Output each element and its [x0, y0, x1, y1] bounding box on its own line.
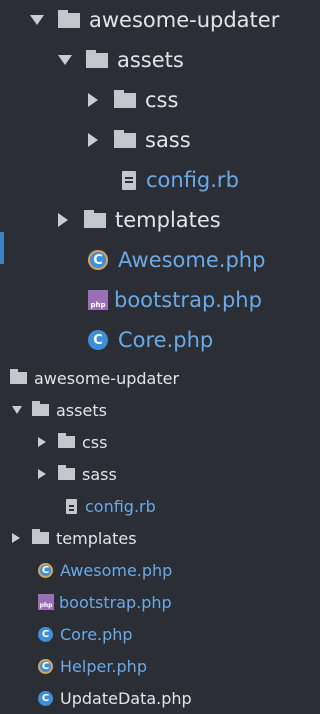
chevron-down-icon[interactable]: [30, 15, 44, 25]
tree-item-label: awesome-updater: [34, 368, 180, 388]
tree-item-assets[interactable]: assets: [58, 40, 184, 80]
tree-item-css[interactable]: css: [38, 426, 107, 458]
tree-item-label: config.rb: [146, 168, 239, 192]
tree-item-label: css: [82, 432, 108, 452]
folder-icon: [32, 529, 49, 544]
tree-item-helper-php[interactable]: C Helper.php: [38, 650, 147, 682]
tree-item-config-rb[interactable]: config.rb: [66, 490, 156, 522]
chevron-right-icon[interactable]: [38, 437, 46, 447]
file-icon: [66, 498, 77, 514]
folder-icon: [10, 369, 27, 384]
folder-icon: [58, 465, 75, 480]
chevron-right-icon[interactable]: [12, 533, 20, 543]
tree-item-label: templates: [56, 528, 137, 548]
chevron-down-icon[interactable]: [58, 55, 72, 65]
tree-item-label: assets: [117, 48, 184, 72]
class-icon: C: [38, 626, 53, 642]
tree-item-bootstrap-php[interactable]: php bootstrap.php: [88, 280, 262, 320]
tree-item-awesome-updater[interactable]: awesome-updater: [30, 0, 279, 40]
tree-item-updatedata-php[interactable]: C UpdateData.php: [38, 682, 192, 714]
tree-item-awesome-php[interactable]: C Awesome.php: [38, 554, 172, 586]
tree-item-label: bootstrap.php: [59, 592, 172, 612]
tree-item-sass[interactable]: sass: [38, 458, 117, 490]
tree-item-core-php[interactable]: C Core.php: [38, 618, 133, 650]
project-tree-bottom: awesome-updater assets css sass config.r…: [0, 362, 314, 708]
folder-icon: [114, 129, 136, 148]
tree-item-label: Core.php: [118, 328, 214, 352]
chevron-right-icon[interactable]: [88, 133, 98, 147]
chevron-right-icon[interactable]: [88, 93, 98, 107]
tree-item-label: assets: [56, 400, 107, 420]
php-file-icon: php: [88, 290, 108, 310]
php-file-icon: php: [38, 594, 54, 610]
folder-icon: [58, 9, 80, 28]
tree-item-label: sass: [145, 128, 191, 152]
tree-item-assets[interactable]: assets: [12, 394, 107, 426]
tree-item-core-php[interactable]: C Core.php: [88, 320, 213, 360]
folder-icon: [58, 433, 75, 448]
tree-item-label: Awesome.php: [60, 560, 173, 580]
tree-item-config-rb[interactable]: config.rb: [122, 160, 239, 200]
tree-item-awesome-php[interactable]: C Awesome.php: [88, 240, 265, 280]
tree-item-sass[interactable]: sass: [88, 120, 191, 160]
folder-icon: [84, 209, 106, 228]
chevron-right-icon[interactable]: [38, 469, 46, 479]
class-icon: C: [38, 562, 53, 578]
folder-icon: [32, 401, 49, 416]
tree-item-label: Helper.php: [60, 656, 147, 676]
class-icon: C: [88, 250, 108, 270]
chevron-down-icon[interactable]: [12, 406, 22, 414]
tree-item-templates[interactable]: templates: [58, 200, 221, 240]
selection-marker: [0, 232, 4, 264]
class-icon: C: [38, 690, 53, 706]
class-icon: C: [88, 330, 108, 350]
tree-item-label: Awesome.php: [118, 248, 266, 272]
tree-item-templates[interactable]: templates: [12, 522, 137, 554]
class-icon: C: [38, 658, 53, 674]
tree-item-label: templates: [115, 208, 221, 232]
project-tree-top: awesome-updater assets css sass config.r…: [0, 0, 314, 362]
chevron-right-icon[interactable]: [58, 213, 68, 227]
file-icon: [122, 170, 136, 190]
tree-item-label: UpdateData.php: [60, 688, 192, 708]
tree-item-label: bootstrap.php: [114, 288, 262, 312]
tree-item-label: awesome-updater: [89, 8, 280, 32]
tree-item-label: Core.php: [60, 624, 133, 644]
tree-item-css[interactable]: css: [88, 80, 178, 120]
tree-item-label: config.rb: [85, 496, 156, 516]
tree-item-awesome-updater[interactable]: awesome-updater: [10, 362, 179, 394]
tree-item-label: css: [145, 88, 179, 112]
folder-icon: [86, 49, 108, 68]
tree-item-bootstrap-php[interactable]: php bootstrap.php: [38, 586, 172, 618]
tree-item-label: sass: [82, 464, 117, 484]
folder-icon: [114, 89, 136, 108]
